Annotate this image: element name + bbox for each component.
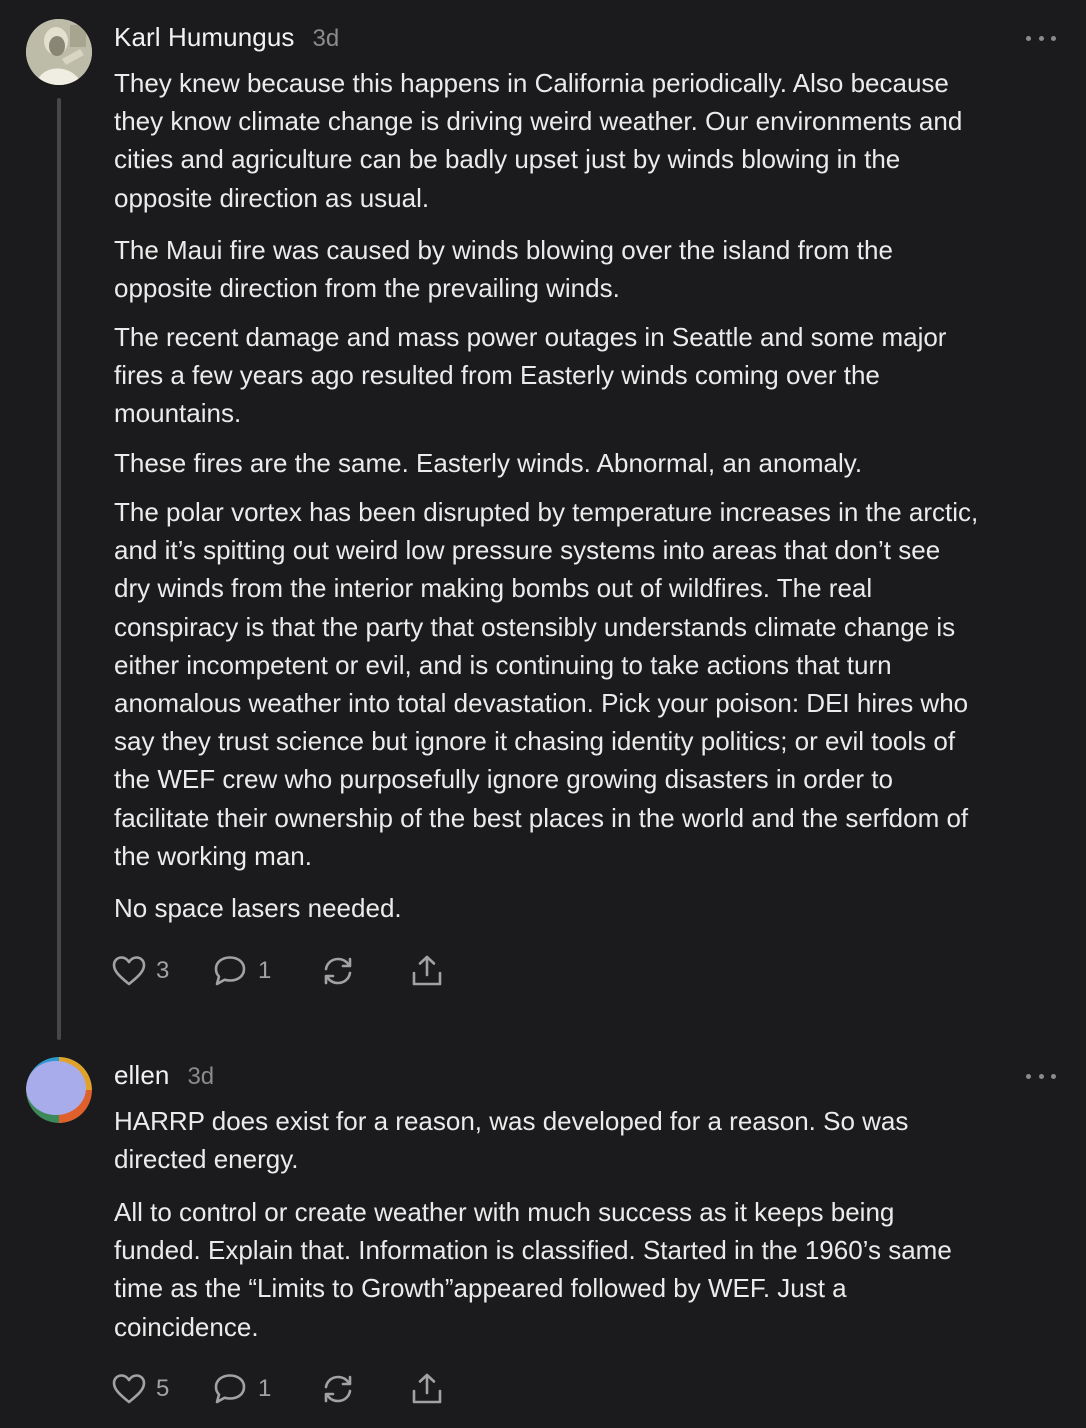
restack-icon bbox=[324, 957, 352, 985]
avatar[interactable] bbox=[26, 19, 92, 85]
like-button[interactable]: 3 bbox=[112, 955, 212, 987]
comment-age[interactable]: 3d bbox=[313, 25, 340, 53]
comment-paragraph: The recent damage and mass power outages… bbox=[114, 322, 947, 429]
heart-icon bbox=[112, 956, 146, 986]
share-button[interactable] bbox=[410, 954, 444, 988]
restack-button[interactable] bbox=[320, 954, 410, 988]
share-icon bbox=[412, 1373, 442, 1404]
comment-header: ellen 3d bbox=[114, 1060, 214, 1091]
comment-paragraph: All to control or create weather with mu… bbox=[114, 1197, 952, 1342]
comment-paragraph: No space lasers needed. bbox=[114, 893, 402, 923]
more-options-icon[interactable] bbox=[1026, 31, 1056, 45]
comment-paragraph: The polar vortex has been disrupted by t… bbox=[114, 497, 979, 871]
more-options-icon[interactable] bbox=[1026, 1069, 1056, 1083]
share-icon bbox=[412, 955, 442, 986]
comment-paragraph: The Maui fire was caused by winds blowin… bbox=[114, 235, 893, 304]
avatar[interactable] bbox=[26, 1057, 92, 1123]
comment-header: Karl Humungus 3d bbox=[114, 22, 339, 53]
restack-button[interactable] bbox=[320, 1372, 410, 1406]
like-count: 3 bbox=[156, 957, 170, 984]
reply-button[interactable]: 1 bbox=[212, 954, 320, 988]
comment-paragraph: They knew because this happens in Califo… bbox=[114, 68, 963, 213]
comment-paragraph: These fires are the same. Easterly winds… bbox=[114, 448, 863, 478]
comment-bubble-icon bbox=[214, 1374, 246, 1404]
author-name[interactable]: ellen bbox=[114, 1060, 169, 1091]
like-count: 5 bbox=[156, 1375, 170, 1402]
comment-actions: 3 1 bbox=[112, 951, 444, 991]
comment-bubble-icon bbox=[214, 956, 246, 986]
thread-line[interactable] bbox=[57, 98, 61, 1040]
share-button[interactable] bbox=[410, 1372, 444, 1406]
reply-count: 1 bbox=[258, 957, 272, 984]
comment-actions: 5 1 bbox=[112, 1369, 444, 1409]
reply-count: 1 bbox=[258, 1375, 272, 1402]
reply-button[interactable]: 1 bbox=[212, 1372, 320, 1406]
heart-icon bbox=[112, 1374, 146, 1404]
comment-paragraph: HARRP does exist for a reason, was devel… bbox=[114, 1106, 909, 1175]
like-button[interactable]: 5 bbox=[112, 1373, 212, 1405]
restack-icon bbox=[324, 1375, 352, 1403]
author-name[interactable]: Karl Humungus bbox=[114, 22, 295, 53]
comment-age[interactable]: 3d bbox=[187, 1063, 214, 1091]
